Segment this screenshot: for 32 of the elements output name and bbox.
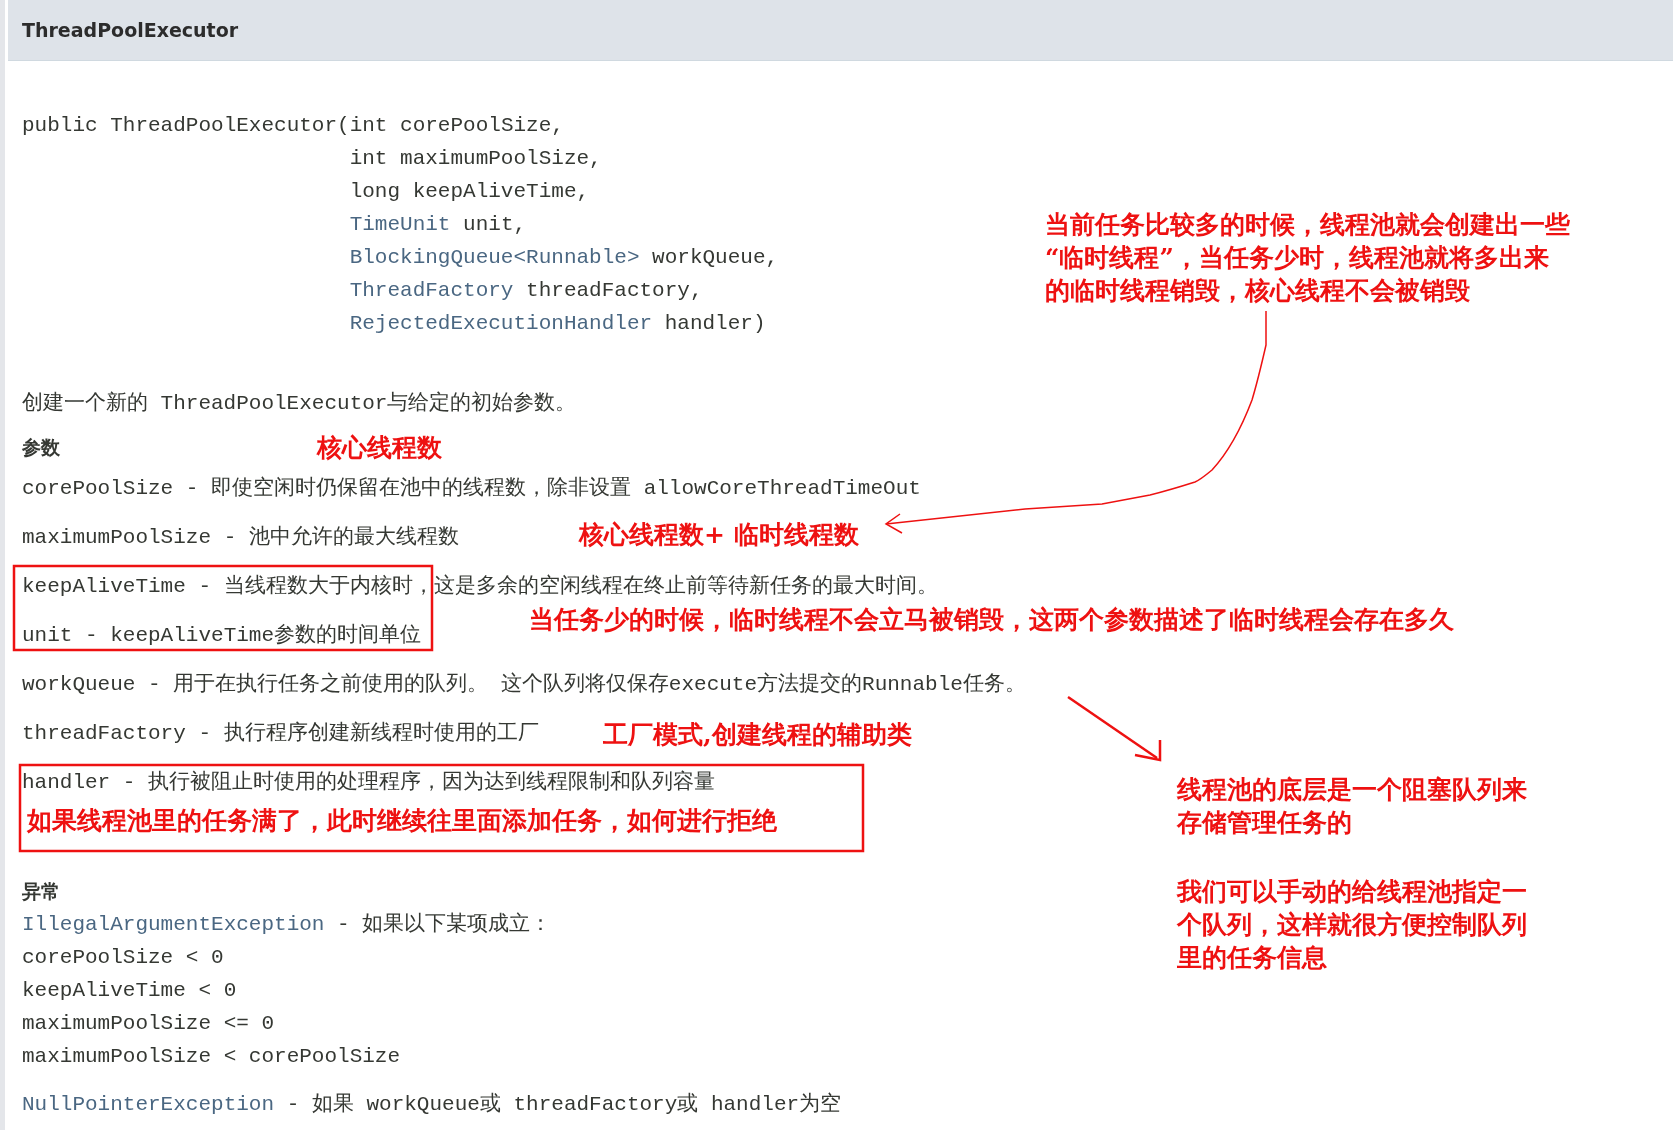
code-line: int maximumPoolSize, [349,147,602,170]
parameter-text: corePoolSize - 即使空闲时仍保留在池中的线程数，除非设置 allowCoreThreadTimeOut [22,477,921,500]
annotation-text: 核心线程数+ 临时线程数 [579,519,859,551]
exception-text: IllegalArgumentException - 如果以下某项成立： [22,913,552,936]
annotation-text: 工厂模式,创建线程的辅助类 [603,719,912,751]
condition-text: maximumPoolSize < corePoolSize [22,1045,401,1068]
annotation-text: 如果线程池里的任务满了，此时继续往里面添加任务，如何进行拒绝 [27,805,777,837]
parameter-text: maximumPoolSize - 池中允许的最大线程数 [22,526,459,549]
parameter-text: workQueue - 用于在执行任务之前使用的队列。 这个队列将仅保存execute方法提交的Runnable任务。 [22,673,1026,696]
annotation-text: 核心线程数 [317,432,442,464]
code-line: TimeUnit unit, [349,213,527,236]
code-line: public ThreadPoolExecutor(int corePoolSize, [22,114,564,137]
annotation-text: 线程池的底层是一个阻塞队列来 存储管理任务的 [1177,774,1527,839]
description-text: 创建一个新的 ThreadPoolExecutor与给定的初始参数。 [22,390,578,417]
exception-text: NullPointerException - 如果 workQueue或 threadFactory或 handler为空 [22,1093,842,1116]
section-heading: 参数 [22,435,60,460]
condition-text: corePoolSize < 0 [22,946,224,969]
parameter-text: threadFactory - 执行程序创建新线程时使用的工厂 [22,722,539,745]
code-line: RejectedExecutionHandler handler) [349,312,766,335]
annotation-text: 当任务少的时候，临时线程不会立马被销毁，这两个参数描述了临时线程会存在多久 [529,604,1454,636]
condition-text: maximumPoolSize <= 0 [22,1012,275,1035]
annotation-text: 当前任务比较多的时候，线程池就会创建出一些 “临时线程”，当任务少时，线程池就将多出来 的临时线程销毁，核心线程不会被销毁 [1045,209,1570,307]
code-line: BlockingQueue<Runnable> workQueue, [349,246,779,269]
code-line: long keepAliveTime, [349,180,590,203]
annotation-text: 我们可以手动的给线程池指定一 个队列，这样就很方便控制队列 里的任务信息 [1177,876,1527,974]
condition-text: keepAliveTime < 0 [22,979,237,1002]
code-line: ThreadFactory threadFactory, [349,279,703,302]
parameter-text: handler - 执行被阻止时使用的处理程序，因为达到线程限制和队列容量 [22,771,716,794]
parameter-text: unit - keepAliveTime参数的时间单位 [22,624,422,647]
class-title: ThreadPoolExecutor [22,19,239,41]
parameter-text: keepAliveTime - 当线程数大于内核时，这是多余的空闲线程在终止前等待新任务的最大时间。 [22,575,938,598]
section-heading: 异常 [22,879,60,904]
